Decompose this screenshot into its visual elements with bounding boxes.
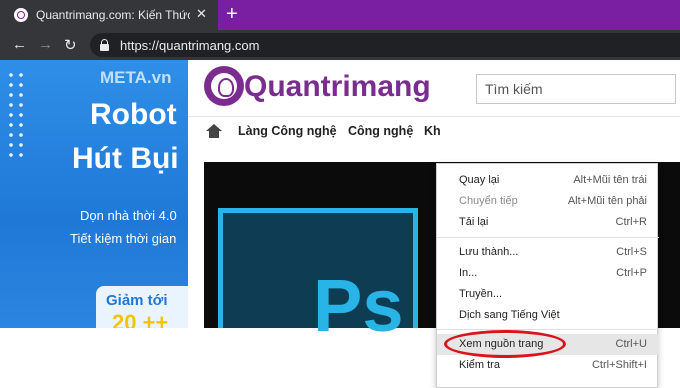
ad-discount-badge: Giảm tới 20 ++ <box>96 286 188 328</box>
page-content: META.vn Robot Hút Bụi Dọn nhà thời 4.0 T… <box>0 60 680 388</box>
menu-item-shortcut: Ctrl+P <box>616 267 647 279</box>
menu-item-shortcut: Ctrl+Shift+I <box>591 359 647 371</box>
menu-item-label: Dịch sang Tiếng Việt <box>459 309 560 321</box>
menu-item-label: In... <box>459 267 478 279</box>
menu-item-label: Tải lại <box>459 216 489 228</box>
ad-line-2: Tiết kiệm thời gian <box>70 231 177 246</box>
hero-text: Ps <box>313 264 404 347</box>
ad-brand: META.vn <box>100 68 172 87</box>
ad-line-1: Dọn nhà thời 4.0 <box>80 208 177 223</box>
home-icon[interactable] <box>206 124 222 138</box>
ad-badge-label: Giảm tới <box>106 292 168 309</box>
menu-item-shortcut: Alt+Mũi tên trái <box>573 174 647 186</box>
menu-separator <box>437 329 659 330</box>
menu-item-shortcut: Alt+Mũi tên phải <box>567 195 647 207</box>
nav-item-cong-nghe[interactable]: Công nghệ <box>348 124 413 138</box>
tab-quantrimang[interactable]: Quantrimang.com: Kiến Thức Cô ✕ <box>0 0 218 30</box>
back-icon[interactable]: ← <box>12 36 27 53</box>
menu-item-label: Lưu thành... <box>459 246 519 258</box>
reload-icon[interactable]: ↻ <box>64 36 77 54</box>
menu-item-inspect[interactable]: Kiểm tra Ctrl+Shift+I <box>437 355 659 376</box>
highlight-oval <box>444 330 566 358</box>
menu-item-shortcut: Ctrl+R <box>615 216 647 228</box>
menu-item-reload[interactable]: Tải lại Ctrl+R <box>437 212 659 233</box>
lock-icon[interactable] <box>100 39 109 51</box>
tab-bar: Quantrimang.com: Kiến Thức Cô ✕ + <box>0 0 680 30</box>
tab-title: Quantrimang.com: Kiến Thức Cô <box>36 8 190 22</box>
address-bar[interactable]: https://quantrimang.com <box>90 33 680 57</box>
menu-item-label: Chuyển tiếp <box>459 195 518 207</box>
ad-headline-1: Robot <box>90 98 177 131</box>
menu-item-shortcut: Ctrl+S <box>616 246 647 258</box>
ad-headline-2: Hút Bụi <box>72 142 179 175</box>
ad-badge-value: 20 ++ <box>112 310 169 328</box>
menu-item-cast[interactable]: Truyền... <box>437 284 659 305</box>
menu-item-forward[interactable]: Chuyển tiếp Alt+Mũi tên phải <box>437 191 659 212</box>
menu-item-print[interactable]: In... Ctrl+P <box>437 263 659 284</box>
menu-item-label: Kiểm tra <box>459 359 500 371</box>
side-advertisement[interactable]: META.vn Robot Hút Bụi Dọn nhà thời 4.0 T… <box>0 60 188 328</box>
photoshop-logo-icon: Ps <box>218 208 418 347</box>
menu-separator <box>437 237 659 238</box>
site-brand-name[interactable]: Quantrimang <box>244 70 431 104</box>
site-favicon-icon <box>14 8 28 22</box>
browser-toolbar: ← → ↻ https://quantrimang.com <box>0 30 680 60</box>
dot-pattern-icon <box>6 70 26 160</box>
site-nav: Làng Công nghệ Công nghệ Kh <box>188 116 680 150</box>
forward-icon[interactable]: → <box>38 36 53 53</box>
search-placeholder: Tìm kiếm <box>485 81 543 97</box>
new-tab-button[interactable]: + <box>226 3 238 26</box>
nav-item-partial[interactable]: Kh <box>424 124 441 138</box>
nav-item-lang-cong-nghe[interactable]: Làng Công nghệ <box>238 124 337 138</box>
menu-item-save-as[interactable]: Lưu thành... Ctrl+S <box>437 242 659 263</box>
menu-item-shortcut: Ctrl+U <box>615 338 647 350</box>
url-text[interactable]: https://quantrimang.com <box>120 38 259 53</box>
menu-item-label: Truyền... <box>459 288 502 300</box>
menu-item-translate[interactable]: Dịch sang Tiếng Việt <box>437 305 659 326</box>
site-logo-icon[interactable] <box>204 66 244 106</box>
site-search-input[interactable]: Tìm kiếm <box>476 74 676 104</box>
menu-item-label: Quay lại <box>459 174 500 186</box>
close-tab-icon[interactable]: ✕ <box>196 6 207 22</box>
menu-item-back[interactable]: Quay lại Alt+Mũi tên trái <box>437 170 659 191</box>
